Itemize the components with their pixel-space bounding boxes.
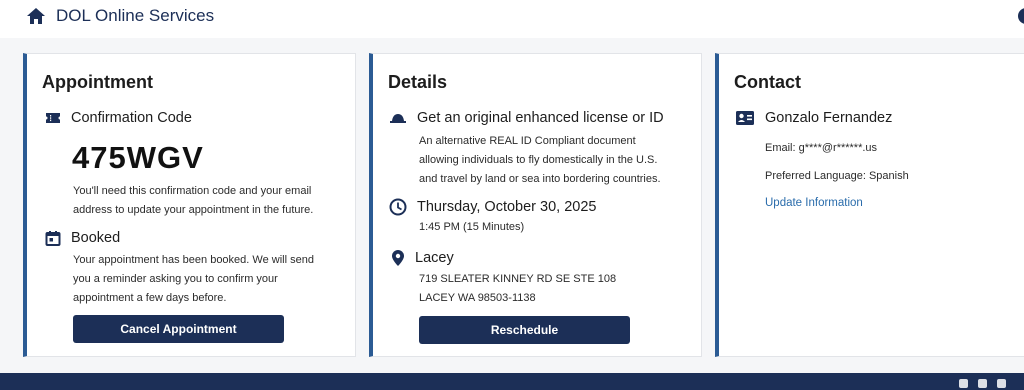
- ticket-icon: [45, 111, 61, 125]
- calendar-icon: [45, 230, 61, 246]
- contact-title: Contact: [734, 72, 801, 92]
- confirmation-code-row: Confirmation Code: [45, 110, 192, 126]
- appointment-time: 1:45 PM (15 Minutes): [419, 221, 525, 233]
- footer-bar: [0, 373, 1024, 390]
- reschedule-button[interactable]: Reschedule: [419, 316, 630, 344]
- account-menu-icon[interactable]: [1018, 8, 1024, 24]
- contact-card: Contact Gonzalo Fernandez Email: g****@r…: [715, 53, 1024, 357]
- details-card: Details Get an original enhanced license…: [369, 53, 702, 357]
- appointment-title: Appointment: [42, 72, 153, 92]
- appointment-date: Thursday, October 30, 2025: [417, 199, 597, 215]
- contact-card-icon: [735, 110, 755, 126]
- service-description: An alternative REAL ID Compliant documen…: [419, 132, 661, 189]
- twitter-icon[interactable]: [978, 379, 987, 388]
- youtube-icon[interactable]: [997, 379, 1006, 388]
- service-desc-line: allowing individuals to fly domestically…: [419, 154, 658, 166]
- code-note: You'll need this confirmation code and y…: [73, 182, 313, 220]
- top-bar: DOL Online Services: [0, 0, 1024, 38]
- contact-name: Gonzalo Fernandez: [765, 110, 893, 126]
- clock-icon: [389, 198, 407, 216]
- contact-name-row: Gonzalo Fernandez: [735, 110, 892, 126]
- home-icon: [26, 7, 46, 25]
- contact-email: Email: g****@r******.us: [765, 142, 878, 154]
- date-row: Thursday, October 30, 2025: [389, 198, 596, 216]
- address-line: LACEY WA 98503-1138: [419, 292, 536, 304]
- code-note-line: You'll need this confirmation code and y…: [73, 185, 312, 197]
- location-name: Lacey: [415, 250, 454, 266]
- social-icons: [959, 379, 1006, 388]
- app-title: DOL Online Services: [56, 6, 215, 25]
- status-note-line: Your appointment has been booked. We wil…: [73, 254, 314, 266]
- home-link[interactable]: DOL Online Services: [26, 6, 214, 26]
- service-row: Get an original enhanced license or ID: [389, 110, 664, 126]
- cancel-appointment-button[interactable]: Cancel Appointment: [73, 315, 284, 343]
- update-information-link[interactable]: Update Information: [765, 197, 863, 209]
- preferred-language: Preferred Language: Spanish: [765, 170, 909, 182]
- status-note-line: you a reminder asking you to confirm you…: [73, 273, 278, 285]
- status-note-line: appointment a few days before.: [73, 292, 227, 304]
- location-address: 719 SLEATER KINNEY RD SE STE 108 LACEY W…: [419, 270, 616, 308]
- confirmation-code: 475WGV: [72, 140, 204, 175]
- confirmation-code-label: Confirmation Code: [71, 110, 192, 126]
- address-line: 719 SLEATER KINNEY RD SE STE 108: [419, 273, 617, 285]
- location-row: Lacey: [391, 249, 454, 267]
- details-title: Details: [388, 72, 448, 92]
- booked-status-label: Booked: [71, 230, 121, 246]
- status-note: Your appointment has been booked. We wil…: [73, 251, 314, 308]
- service-desc-line: and travel by land or sea into bordering…: [419, 173, 661, 185]
- location-pin-icon: [391, 249, 405, 267]
- code-note-line: address to update your appointment in th…: [73, 204, 314, 216]
- service-desc-line: An alternative REAL ID Compliant documen…: [419, 135, 636, 147]
- appointment-card: Appointment Confirmation Code 475WGV You…: [23, 53, 356, 357]
- road-icon: [389, 111, 407, 125]
- booked-status-row: Booked: [45, 230, 120, 246]
- service-label: Get an original enhanced license or ID: [417, 110, 664, 126]
- facebook-icon[interactable]: [959, 379, 968, 388]
